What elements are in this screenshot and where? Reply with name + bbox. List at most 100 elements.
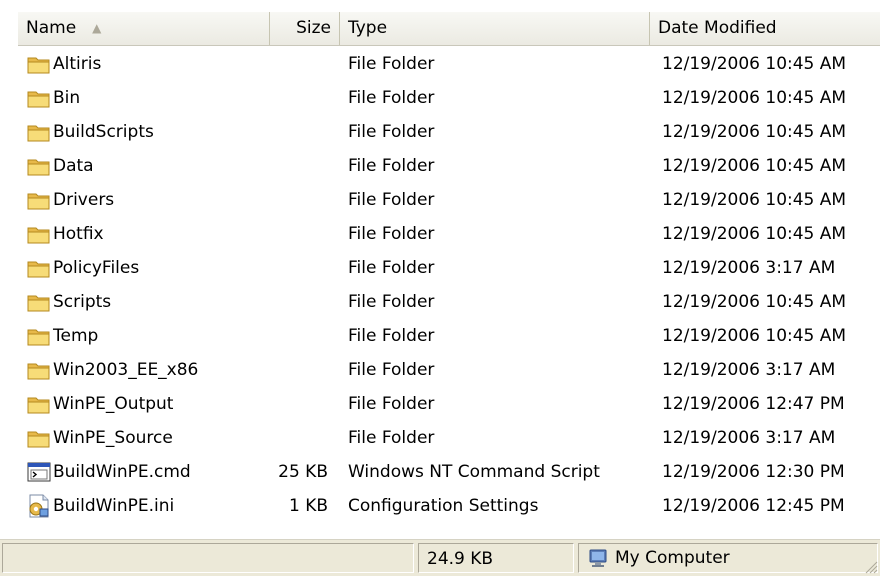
file-type-cell: File Folder xyxy=(348,224,435,244)
file-type-cell: File Folder xyxy=(348,258,435,278)
file-size-cell: 1 KB xyxy=(288,496,328,516)
file-size-cell xyxy=(262,421,328,455)
file-date-cell: 12/19/2006 10:45 AM xyxy=(662,156,847,176)
folder-icon xyxy=(26,357,52,383)
file-name-label: PolicyFiles xyxy=(53,258,140,278)
file-size-cell xyxy=(262,217,328,251)
file-type-cell: File Folder xyxy=(348,326,435,346)
column-header-date-modified[interactable]: Date Modified xyxy=(650,12,880,45)
status-zone-text: My Computer xyxy=(615,548,730,568)
file-row[interactable]: Temp File Folder 12/19/2006 10:45 AM xyxy=(18,319,880,353)
file-type-cell: File Folder xyxy=(348,54,435,74)
column-header-size[interactable]: Size xyxy=(270,12,340,45)
file-row[interactable]: BuildWinPE.ini 1 KB Configuration Settings… xyxy=(18,489,880,523)
file-row[interactable]: Hotfix File Folder 12/19/2006 10:45 AM xyxy=(18,217,880,251)
file-date-cell: 12/19/2006 10:45 AM xyxy=(662,54,847,74)
file-row[interactable]: Win2003_EE_x86 File Folder 12/19/2006 3:17… xyxy=(18,353,880,387)
file-type-cell: File Folder xyxy=(348,428,435,448)
file-name-cell: WinPE_Output xyxy=(26,387,266,421)
file-name-label: BuildWinPE.cmd xyxy=(53,462,191,482)
file-row[interactable]: BuildScripts File Folder 12/19/2006 10:45 … xyxy=(18,115,880,149)
file-row[interactable]: Data File Folder 12/19/2006 10:45 AM xyxy=(18,149,880,183)
file-name-label: Data xyxy=(53,156,94,176)
file-type-cell: File Folder xyxy=(348,394,435,414)
file-row[interactable]: PolicyFiles File Folder 12/19/2006 3:17 AM xyxy=(18,251,880,285)
file-date-cell: 12/19/2006 3:17 AM xyxy=(662,428,836,448)
file-row[interactable]: Scripts File Folder 12/19/2006 10:45 AM xyxy=(18,285,880,319)
folder-icon xyxy=(26,289,52,315)
file-type-cell: File Folder xyxy=(348,292,435,312)
folder-icon xyxy=(26,391,52,417)
column-header-name-label: Name xyxy=(26,18,77,38)
file-name-label: BuildWinPE.ini xyxy=(53,496,175,516)
folder-icon xyxy=(26,119,52,145)
file-size-cell xyxy=(262,251,328,285)
file-name-cell: PolicyFiles xyxy=(26,251,266,285)
file-date-cell: 12/19/2006 12:47 PM xyxy=(662,394,845,414)
file-row[interactable]: Bin File Folder 12/19/2006 10:45 AM xyxy=(18,81,880,115)
folder-icon xyxy=(26,153,52,179)
file-date-cell: 12/19/2006 10:45 AM xyxy=(662,224,847,244)
file-name-label: Bin xyxy=(53,88,81,108)
file-name-label: BuildScripts xyxy=(53,122,154,142)
file-date-cell: 12/19/2006 10:45 AM xyxy=(662,292,847,312)
file-name-cell: Bin xyxy=(26,81,266,115)
file-type-cell: File Folder xyxy=(348,360,435,380)
status-bar: 24.9 KB My Computer xyxy=(0,539,880,576)
file-name-label: Temp xyxy=(53,326,99,346)
file-size-cell xyxy=(262,183,328,217)
folder-icon xyxy=(26,187,52,213)
file-row[interactable]: Altiris File Folder 12/19/2006 10:45 AM xyxy=(18,47,880,81)
column-header-type[interactable]: Type xyxy=(340,12,650,45)
file-name-cell: Hotfix xyxy=(26,217,266,251)
folder-icon xyxy=(26,255,52,281)
column-header-name[interactable]: Name ▲ xyxy=(18,12,270,45)
file-name-cell: BuildWinPE.ini xyxy=(26,489,266,523)
folder-icon xyxy=(26,51,52,77)
file-date-cell: 12/19/2006 10:45 AM xyxy=(662,326,847,346)
cmd-script-icon xyxy=(26,459,52,485)
file-name-cell: BuildWinPE.cmd xyxy=(26,455,266,489)
status-size-text: 24.9 KB xyxy=(427,549,494,569)
file-name-cell: Win2003_EE_x86 xyxy=(26,353,266,387)
file-date-cell: 12/19/2006 3:17 AM xyxy=(662,258,836,278)
file-date-cell: 12/19/2006 10:45 AM xyxy=(662,88,847,108)
folder-icon xyxy=(26,221,52,247)
file-size-cell xyxy=(262,285,328,319)
file-type-cell: File Folder xyxy=(348,156,435,176)
status-panel-info xyxy=(2,543,414,573)
file-row[interactable]: BuildWinPE.cmd 25 KB Windows NT Command Sc… xyxy=(18,455,880,489)
file-row[interactable]: WinPE_Output File Folder 12/19/2006 12:47 … xyxy=(18,387,880,421)
file-size-cell xyxy=(262,149,328,183)
my-computer-icon xyxy=(589,549,607,567)
column-header-bar: Name ▲ Size Type Date Modified xyxy=(18,12,880,46)
file-name-label: WinPE_Source xyxy=(53,428,173,448)
config-settings-icon xyxy=(26,493,52,519)
file-list: Altiris File Folder 12/19/2006 10:45 AM Bin… xyxy=(18,47,880,523)
folder-icon xyxy=(26,425,52,451)
file-size-cell xyxy=(262,319,328,353)
file-size-cell xyxy=(262,47,328,81)
file-name-label: Altiris xyxy=(53,54,102,74)
explorer-window: Name ▲ Size Type Date Modified Altiris Fil… xyxy=(0,0,880,576)
resize-grip-icon[interactable] xyxy=(864,560,878,574)
file-size-cell xyxy=(262,81,328,115)
file-size-cell xyxy=(262,115,328,149)
file-name-cell: Temp xyxy=(26,319,266,353)
file-name-cell: Scripts xyxy=(26,285,266,319)
file-name-label: WinPE_Output xyxy=(53,394,174,414)
file-name-label: Drivers xyxy=(53,190,115,210)
file-date-cell: 12/19/2006 12:45 PM xyxy=(662,496,845,516)
sort-ascending-arrow-icon: ▲ xyxy=(92,21,102,35)
file-type-cell: File Folder xyxy=(348,88,435,108)
folder-icon xyxy=(26,323,52,349)
folder-icon xyxy=(26,85,52,111)
file-type-cell: File Folder xyxy=(348,122,435,142)
file-date-cell: 12/19/2006 10:45 AM xyxy=(662,190,847,210)
file-name-label: Win2003_EE_x86 xyxy=(53,360,199,380)
column-header-date-label: Date Modified xyxy=(658,18,777,38)
file-row[interactable]: Drivers File Folder 12/19/2006 10:45 AM xyxy=(18,183,880,217)
file-name-cell: Altiris xyxy=(26,47,266,81)
file-type-cell: File Folder xyxy=(348,190,435,210)
file-row[interactable]: WinPE_Source File Folder 12/19/2006 3:17 A… xyxy=(18,421,880,455)
